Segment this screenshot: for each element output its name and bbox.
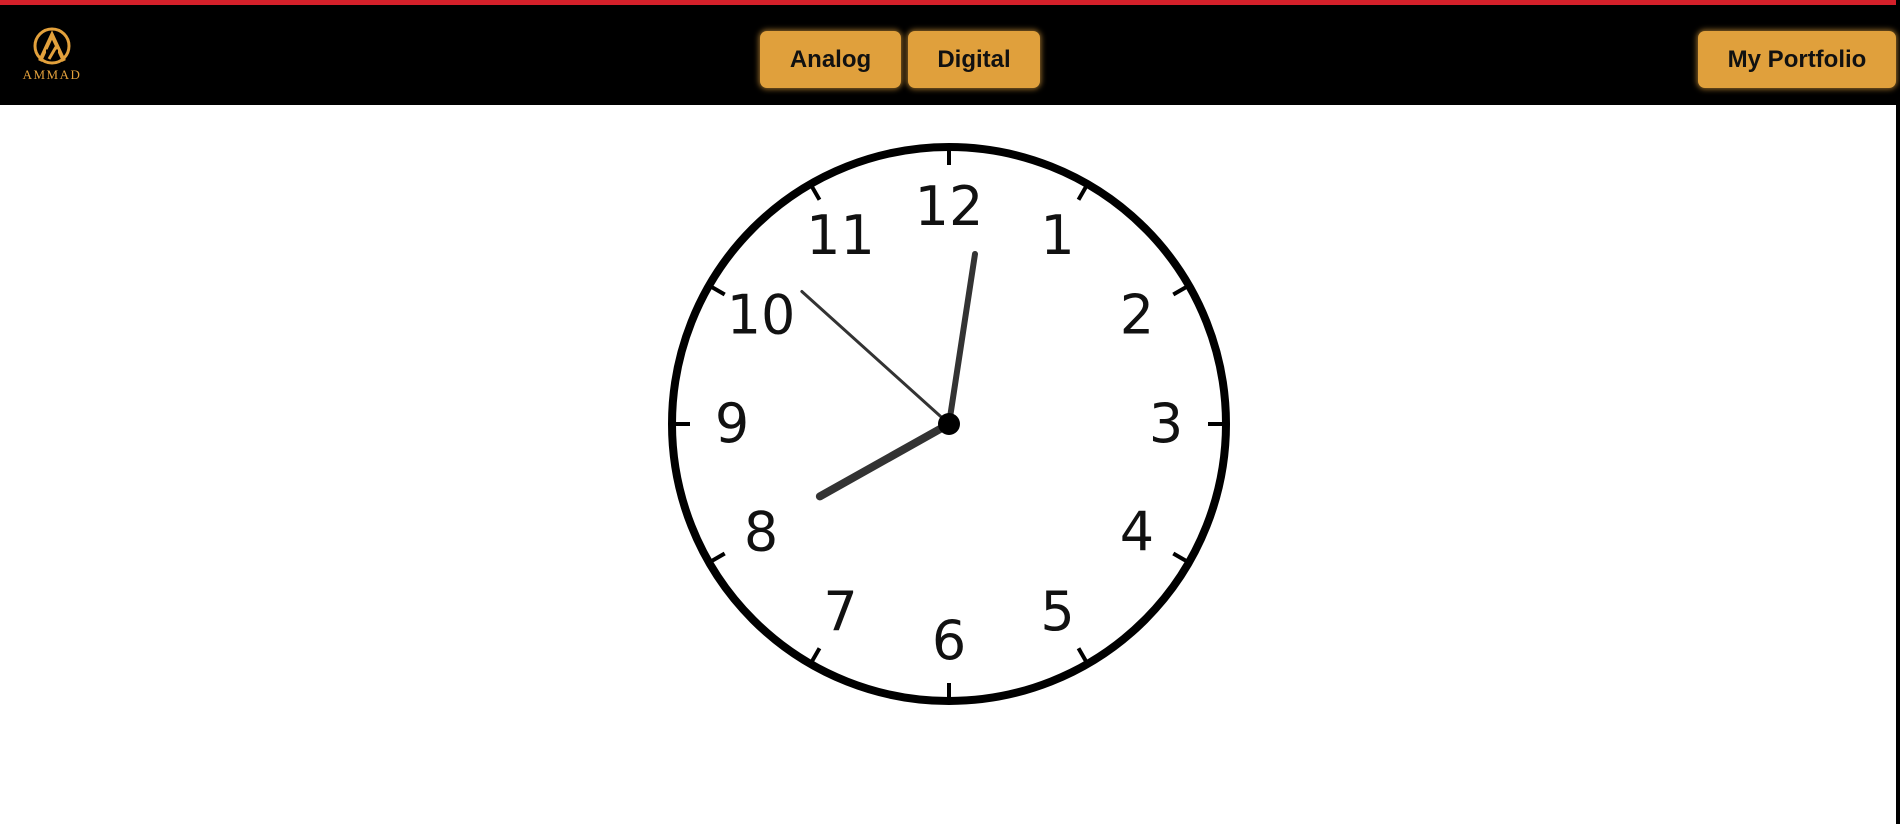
clock-number: 1 (1040, 204, 1074, 267)
ammad-logo-icon (33, 27, 71, 65)
clock-number: 2 (1120, 284, 1154, 347)
digital-button[interactable]: Digital (908, 31, 1040, 88)
clock-number: 3 (1149, 392, 1183, 455)
clock-number: 12 (915, 175, 984, 238)
clock-number: 5 (1040, 580, 1074, 643)
clock-number: 4 (1120, 501, 1154, 564)
analog-clock: 12 12 3 45 6 78 9 1011 (668, 143, 1230, 705)
analog-button[interactable]: Analog (760, 31, 901, 88)
navbar: AMMAD Analog Digital My Portfolio (0, 5, 1897, 105)
clock-center-pin (938, 413, 960, 435)
clock-number: 8 (744, 501, 778, 564)
window-edge (1896, 0, 1900, 824)
logo[interactable]: AMMAD (16, 25, 88, 85)
clock-number: 6 (932, 609, 966, 672)
clock-number: 7 (823, 580, 857, 643)
clock-number: 9 (715, 392, 749, 455)
clock-number: 10 (727, 284, 796, 347)
logo-text: AMMAD (22, 67, 82, 82)
clock-number: 11 (806, 204, 875, 267)
my-portfolio-button[interactable]: My Portfolio (1698, 31, 1896, 88)
